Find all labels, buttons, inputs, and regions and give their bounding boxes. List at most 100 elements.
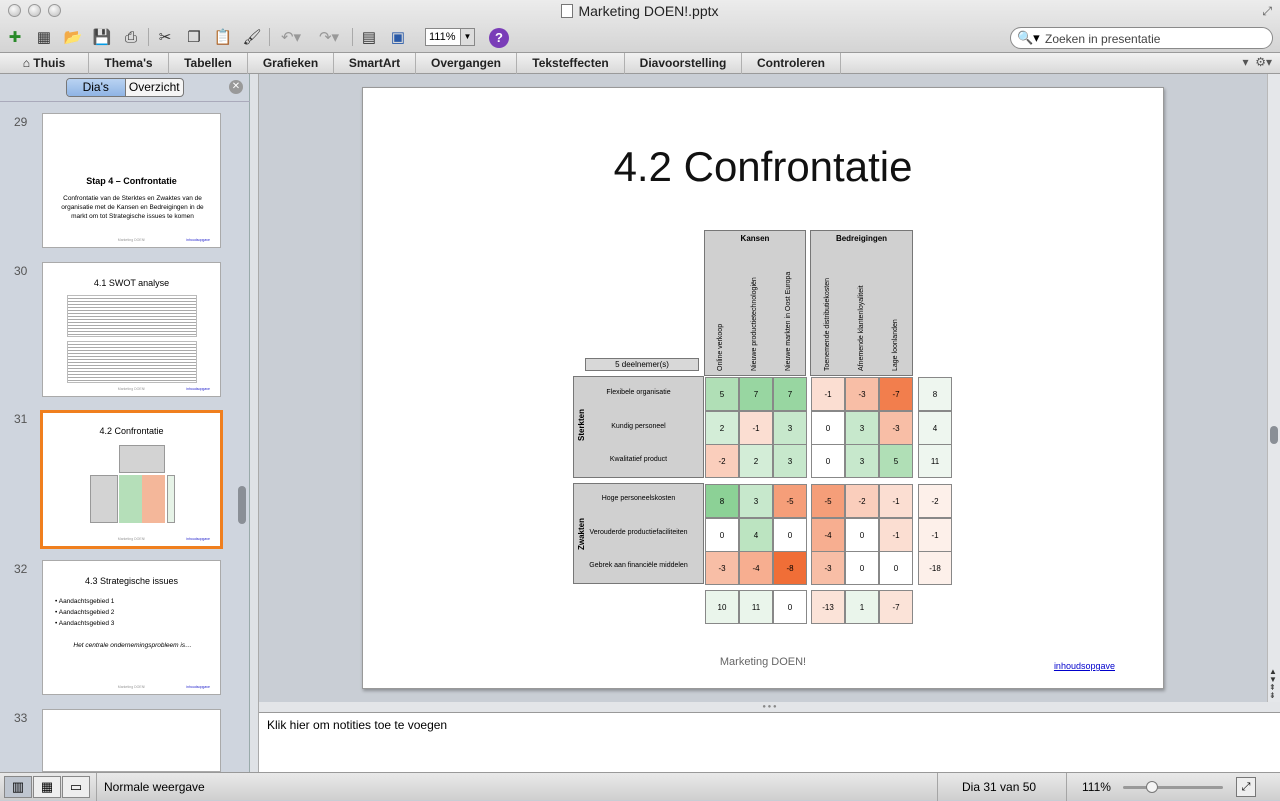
search-input[interactable]: 🔍▾ Zoeken in presentatie [1010,27,1273,49]
row-label: Hoge personeelskosten [601,495,676,502]
window-title-text: Marketing DOEN!.pptx [578,3,719,19]
slide-position: Dia 31 van 50 [962,780,1037,794]
slide-thumbnail-31[interactable]: 4.2 Confrontatie Marketing DOEN! inhouds… [40,410,223,549]
media-browser-icon[interactable]: ▣ [387,26,409,48]
matrix-cell: 2 [705,411,739,445]
row-label: Kundig personeel [611,423,666,430]
row-label: Verouderde productiefaciliteiten [589,529,688,536]
fit-to-window-icon[interactable]: ⤢ [1236,777,1256,797]
matrix-cell: -3 [879,411,913,445]
tab-grafieken[interactable]: Grafieken [248,53,334,74]
thumb-title: 4.2 Confrontatie [99,426,164,436]
zoom-select[interactable]: 111% ▼ [425,28,475,46]
slideshow-icon[interactable]: ▭ [62,776,90,798]
document-icon [561,4,574,18]
slide-scrollbar[interactable]: ▲ ▼ ⇞ ⇟ [1267,74,1280,702]
col-label: Online verkoop [717,323,724,371]
kansen-header: Kansen Online verkoop Nieuwe productiete… [704,230,806,376]
col-label: Afnemende klantenloyaliteit [858,285,865,371]
matrix-cell: 3 [773,411,807,445]
matrix-cell: 3 [845,411,879,445]
tab-overgangen[interactable]: Overgangen [416,53,517,74]
matrix-cell: -5 [811,484,845,518]
open-icon[interactable]: 📂 [62,26,84,48]
matrix-cell: 0 [879,551,913,585]
tab-slides[interactable]: Dia's [67,79,126,96]
column-total-cell: -13 [811,590,845,624]
thumb-link: inhoudsopgave [186,238,210,242]
view-name: Normale weergave [104,780,205,794]
tab-outline[interactable]: Overzicht [126,79,184,96]
matrix-cell: -1 [879,484,913,518]
notes-placeholder[interactable]: Klik hier om notities toe te voegen [267,718,447,732]
gallery-icon[interactable]: ▦ [33,26,55,48]
scroll-arrows-icon[interactable]: ▲ ▼ ⇞ ⇟ [1269,668,1277,700]
tab-tabellen[interactable]: Tabellen [169,53,248,74]
matrix-cell: 0 [811,444,845,478]
undo-icon[interactable]: ↶▾ [275,26,307,48]
current-slide[interactable]: 4.2 Confrontatie 5 deelnemer(s) Kansen O… [362,87,1164,689]
slides-scrollbar[interactable] [238,486,246,524]
matrix-cell: 0 [773,518,807,552]
matrix-cell: -1 [918,518,952,552]
swot-grid-top [67,295,197,337]
slide-thumbnail-33[interactable] [42,709,221,772]
slide-thumbnail-29[interactable]: Stap 4 – Confrontatie Confrontatie van d… [42,113,221,248]
search-icon: 🔍▾ [1017,30,1040,45]
notes-pane[interactable]: Klik hier om notities toe te voegen [259,712,1280,772]
fullscreen-icon[interactable]: ⤢ [1262,4,1272,19]
bedreigingen-label: Bedreigingen [835,234,888,243]
matrix-cell: -3 [845,377,879,411]
ribbon-options-icon[interactable]: ▾ ⚙▾ [1243,55,1272,69]
slide-thumbnail-30[interactable]: 4.1 SWOT analyse Marketing DOEN! inhouds… [42,262,221,397]
matrix-cell: -2 [705,444,739,478]
home-icon: ⌂ [22,56,34,70]
tab-themas[interactable]: Thema's [89,53,169,74]
slide-sorter-icon[interactable]: ▦ [33,776,61,798]
tab-thuis[interactable]: ⌂ Thuis [0,53,89,74]
copy-icon[interactable]: ❐ [183,26,205,48]
inhoudsopgave-link[interactable]: inhoudsopgave [1054,661,1115,671]
thumb-link: inhoudsopgave [186,387,210,391]
print-icon[interactable]: ⎙ [120,26,142,48]
new-presentation-icon[interactable]: ✚ [4,26,26,48]
scroll-thumb[interactable] [1270,426,1278,444]
close-icon[interactable]: ✕ [229,80,243,94]
redo-icon[interactable]: ↷▾ [313,26,345,48]
column-total-cell: 10 [705,590,739,624]
paste-icon[interactable]: 📋 [212,26,234,48]
matrix-cell: -4 [739,551,773,585]
tab-smartart[interactable]: SmartArt [334,53,416,74]
notes-divider[interactable]: ● ● ● [259,702,1280,712]
pane-divider[interactable] [250,74,259,772]
row-label: Flexibele organisatie [606,389,671,396]
slide-number: 32 [14,562,28,576]
format-painter-icon[interactable]: 🖌 [241,26,263,48]
toolbox-icon[interactable]: ▤ [358,26,380,48]
save-icon[interactable]: 💾 [91,26,113,48]
tab-controleren[interactable]: Controleren [742,53,841,74]
thumb-bullets: • Aandachtsgebied 1 • Aandachtsgebied 2 … [55,598,115,627]
thumb-title: 4.3 Strategische issues [84,576,179,586]
zoom-slider-knob[interactable] [1146,781,1158,793]
matrix-cell: -1 [879,518,913,552]
tab-teksteffecten[interactable]: Teksteffecten [517,53,625,74]
zwakten-block: Zwakten Hoge personeelskosten Verouderde… [573,483,704,584]
tab-diavoorstelling[interactable]: Diavoorstelling [625,53,742,74]
zoom-slider[interactable] [1123,786,1223,789]
help-icon[interactable]: ? [489,28,509,48]
slide-title[interactable]: 4.2 Confrontatie [363,143,1163,191]
cut-icon[interactable]: ✂ [154,26,176,48]
thumb-link: inhoudsopgave [186,685,210,689]
matrix-cell: 3 [739,484,773,518]
matrix-cell: 7 [739,377,773,411]
slide-thumbnail-32[interactable]: 4.3 Strategische issues • Aandachtsgebie… [42,560,221,695]
matrix-cell: -2 [845,484,879,518]
matrix-cell: 5 [705,377,739,411]
thumb-title: Stap 4 – Confrontatie [86,176,177,186]
matrix-cell: -3 [705,551,739,585]
slide-number: 29 [14,115,28,129]
matrix-cell: 8 [918,377,952,411]
normal-view-icon[interactable]: ▥ [4,776,32,798]
row-label: Kwalitatief product [609,456,668,463]
